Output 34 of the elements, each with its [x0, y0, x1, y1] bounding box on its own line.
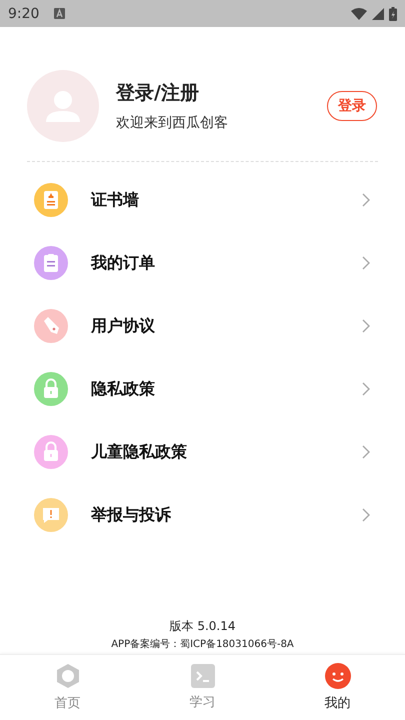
- welcome-text: 欢迎来到西瓜创客: [116, 114, 229, 132]
- menu-item[interactable]: 证书墙: [34, 183, 370, 217]
- menu-label: 隐私政策: [91, 378, 156, 400]
- chevron-right-icon: [362, 382, 370, 396]
- chevron-right-icon: [362, 256, 370, 270]
- chevron-right-icon: [362, 445, 370, 459]
- menu-item[interactable]: 用户协议: [34, 309, 370, 343]
- menu-item[interactable]: 隐私政策: [34, 372, 370, 406]
- chevron-right-icon: [362, 319, 370, 333]
- menu-item[interactable]: 举报与投诉: [34, 498, 370, 532]
- login-button[interactable]: 登录: [327, 91, 377, 121]
- tab[interactable]: 学习: [135, 655, 270, 720]
- battery-icon: [389, 6, 397, 20]
- menu-item[interactable]: 我的订单: [34, 246, 370, 280]
- status-time: 9:20: [8, 6, 40, 22]
- signal-icon: [372, 8, 384, 20]
- menu-label: 证书墙: [91, 190, 140, 210]
- chevron-right-icon: [362, 508, 370, 522]
- chevron-right-icon: [362, 193, 370, 207]
- hexagon-icon: [56, 663, 80, 689]
- menu-item[interactable]: 儿童隐私政策: [34, 435, 370, 469]
- version-text: 版本 5.0.14: [170, 618, 236, 635]
- tab[interactable]: 我的: [270, 655, 405, 720]
- menu-label: 用户协议: [91, 316, 156, 336]
- notification-icon: [54, 8, 66, 19]
- wifi-icon: [351, 8, 367, 20]
- menu-label: 儿童隐私政策: [91, 442, 188, 462]
- menu-label: 我的订单: [91, 252, 156, 274]
- terminal-icon: [190, 664, 214, 688]
- login-title[interactable]: 登录/注册: [116, 80, 327, 106]
- icp-record-text: APP备案编号：蜀ICP备18031066号-8A: [111, 638, 294, 651]
- tab[interactable]: 首页: [0, 655, 135, 720]
- smiley-icon: [324, 663, 350, 689]
- menu-label: 举报与投诉: [91, 504, 172, 526]
